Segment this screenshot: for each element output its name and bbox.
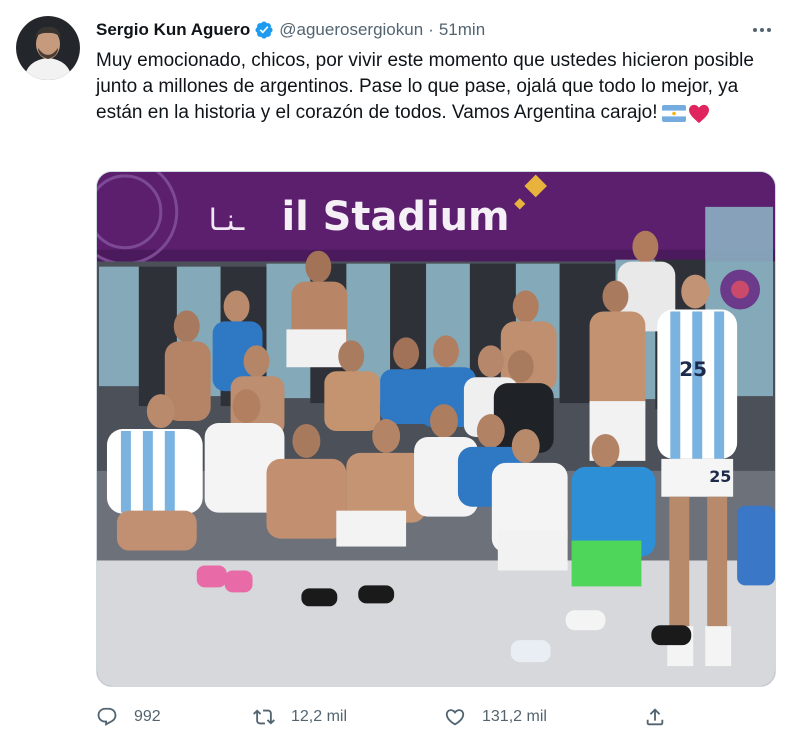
avatar[interactable] <box>16 16 80 80</box>
author-handle[interactable]: @aguerosergiokun <box>279 20 423 40</box>
share-button[interactable] <box>644 706 682 728</box>
jersey-number-shorts: 25 <box>709 467 731 486</box>
retweet-button[interactable]: 12,2 mil <box>253 706 347 728</box>
jersey-number-right: 25 <box>679 358 707 381</box>
emoji-group <box>661 104 710 124</box>
more-options-icon[interactable] <box>750 20 774 40</box>
banner-stadium-text: il Stadium <box>281 194 509 240</box>
share-icon <box>646 708 664 726</box>
separator-dot: · <box>428 20 434 39</box>
argentina-flag-icon <box>661 105 686 122</box>
reply-count: 992 <box>134 708 161 725</box>
tweet-actions: 992 12,2 mil 131,2 mil <box>96 702 672 732</box>
timestamp[interactable]: 51min <box>439 20 485 40</box>
reply-icon <box>97 707 117 726</box>
tweet-body: Muy emocionado, chicos, por vivir este m… <box>96 50 760 123</box>
tweet-text: Muy emocionado, chicos, por vivir este m… <box>96 48 776 126</box>
tweet[interactable]: Sergio Kun Aguero @aguerosergiokun · 51m… <box>0 0 800 745</box>
verified-badge-icon <box>255 21 273 39</box>
tweet-photo[interactable]: ـنـا il Stadium 25 25 <box>96 171 776 687</box>
author-name[interactable]: Sergio Kun Aguero <box>96 20 250 40</box>
reply-button[interactable]: 992 <box>96 706 161 728</box>
tweet-header: Sergio Kun Aguero @aguerosergiokun · 51m… <box>96 18 485 42</box>
banner-arabic-text: ـنـا <box>209 203 246 238</box>
like-button[interactable]: 131,2 mil <box>444 706 547 728</box>
red-heart-icon <box>688 104 709 123</box>
like-count: 131,2 mil <box>482 708 547 725</box>
retweet-count: 12,2 mil <box>291 708 348 725</box>
retweet-icon <box>253 709 275 725</box>
heart-icon <box>445 709 465 726</box>
